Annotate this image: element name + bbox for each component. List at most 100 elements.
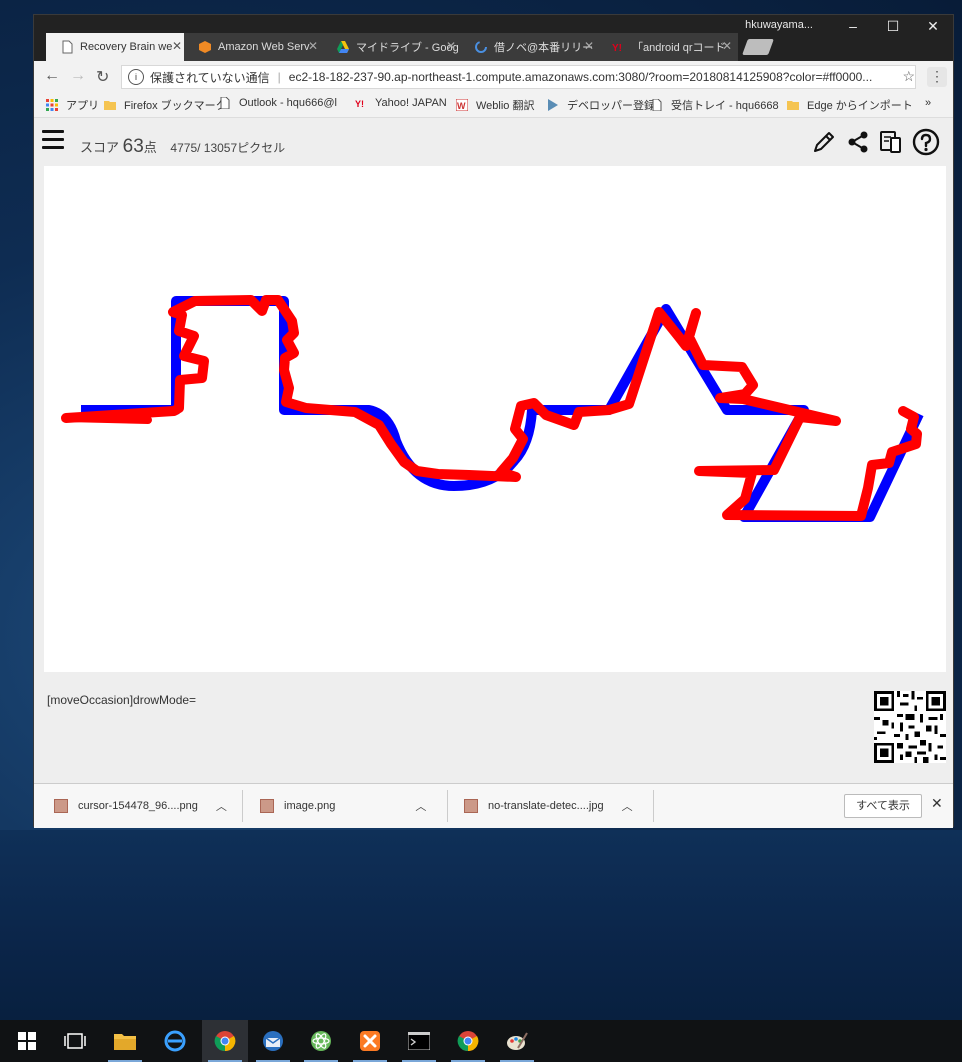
bookmark-label: Weblio 翻訳 bbox=[476, 100, 535, 112]
divider bbox=[653, 790, 654, 822]
score-unit: 点 bbox=[143, 140, 157, 155]
pencil-icon[interactable] bbox=[810, 128, 838, 156]
bookmark-firefox[interactable]: Firefox ブックマーク bbox=[104, 97, 227, 113]
share-icon[interactable] bbox=[844, 128, 872, 156]
tab-recovery-brain[interactable]: Recovery Brain we ✕ bbox=[46, 33, 188, 61]
maximize-button[interactable]: ☐ bbox=[873, 18, 913, 35]
chrome-icon[interactable] bbox=[202, 1020, 248, 1062]
svg-text:Y!: Y! bbox=[355, 99, 364, 109]
chrome-icon[interactable] bbox=[445, 1020, 491, 1062]
desktop-background bbox=[0, 830, 962, 1020]
yahoo-icon: Y! bbox=[355, 99, 364, 109]
download-item[interactable]: cursor-154478_96....png ︿ bbox=[54, 784, 227, 828]
url-text: ec2-18-182-237-90.ap-northeast-1.compute… bbox=[288, 70, 873, 84]
windows-start-icon[interactable] bbox=[4, 1020, 50, 1062]
bookmarks-more-button[interactable]: » bbox=[925, 97, 931, 109]
separator: | bbox=[277, 70, 281, 84]
bookmark-label: Yahoo! JAPAN bbox=[375, 97, 447, 109]
tab-label: 「android qrコード bbox=[632, 42, 726, 54]
bookmark-apps[interactable]: アプリ bbox=[46, 97, 99, 113]
bookmark-star-icon[interactable]: ☆ bbox=[902, 68, 915, 85]
security-label: 保護されていない通信 bbox=[150, 70, 270, 85]
tab-label: 借ノベ@本番リリー bbox=[494, 42, 594, 54]
image-file-icon bbox=[464, 799, 478, 813]
page-icon bbox=[62, 40, 73, 54]
menu-icon[interactable]: ⋮ bbox=[927, 67, 947, 87]
drawing-canvas[interactable] bbox=[44, 166, 946, 672]
tab-label: マイドライブ - Goog bbox=[356, 42, 459, 54]
bookmark-label: Outlook - hqu666@l bbox=[239, 97, 338, 109]
play-icon bbox=[548, 99, 558, 111]
hamburger-menu-icon[interactable] bbox=[42, 130, 64, 150]
edge-icon[interactable] bbox=[152, 1020, 198, 1062]
thunderbird-icon[interactable] bbox=[250, 1020, 296, 1062]
back-arrow-icon[interactable]: ← bbox=[44, 67, 60, 85]
folder-icon bbox=[104, 101, 116, 110]
chevron-up-icon[interactable]: ︿ bbox=[622, 798, 633, 814]
download-filename: no-translate-detec....jpg bbox=[488, 800, 604, 812]
bookmark-yahoo[interactable]: Y! Yahoo! JAPAN bbox=[355, 97, 447, 109]
bookmark-label: デベロッパー登録 bbox=[567, 100, 655, 112]
tab-shakunobe[interactable]: 借ノベ@本番リリー ✕ bbox=[460, 33, 600, 61]
close-icon[interactable]: ✕ bbox=[172, 39, 182, 53]
reload-icon[interactable]: ↻ bbox=[96, 67, 109, 87]
show-all-downloads-button[interactable]: すべて表示 bbox=[844, 794, 922, 818]
close-icon[interactable]: ✕ bbox=[446, 39, 456, 53]
drawing-canvas-svg[interactable] bbox=[44, 166, 946, 672]
download-item[interactable]: image.png ︿ bbox=[260, 784, 426, 828]
score-display: スコア 63点 4775/ 13057ピクセル bbox=[80, 136, 285, 158]
tab-amazon-web-services[interactable]: Amazon Web Serv ✕ bbox=[184, 33, 324, 61]
chevron-up-icon[interactable]: ︿ bbox=[216, 798, 227, 814]
image-file-icon bbox=[54, 799, 68, 813]
page-content: スコア 63点 4775/ 13057ピクセル [moveOccasion]dr… bbox=[34, 118, 953, 784]
close-icon[interactable]: ✕ bbox=[722, 39, 732, 53]
divider bbox=[242, 790, 243, 822]
bookmark-developer[interactable]: デベロッパー登録 bbox=[547, 97, 655, 113]
bookmark-edge-import[interactable]: Edge からインポート bbox=[787, 97, 913, 113]
close-icon[interactable]: ✕ bbox=[584, 39, 594, 53]
qr-code[interactable] bbox=[874, 691, 946, 763]
yahoo-icon: Y! bbox=[612, 43, 622, 54]
new-tab-button[interactable] bbox=[742, 39, 774, 55]
image-file-icon bbox=[260, 799, 274, 813]
help-icon[interactable] bbox=[912, 128, 940, 156]
file-explorer-icon[interactable] bbox=[102, 1020, 148, 1062]
browser-window: Recovery Brain we ✕ Amazon Web Serv ✕ マイ… bbox=[33, 14, 954, 828]
status-text: [moveOccasion]drowMode= bbox=[47, 693, 197, 707]
page-icon bbox=[652, 99, 662, 111]
device-link-icon[interactable] bbox=[877, 128, 905, 156]
profile-name[interactable]: hkuwayama... bbox=[745, 19, 813, 31]
address-bar[interactable]: i 保護されていない通信 | ec2-18-182-237-90.ap-nort… bbox=[121, 65, 916, 89]
tab-google-drive[interactable]: マイドライブ - Goog ✕ bbox=[322, 33, 462, 61]
info-icon[interactable]: i bbox=[128, 69, 144, 85]
apps-grid-icon bbox=[46, 99, 58, 111]
title-bar: Recovery Brain we ✕ Amazon Web Serv ✕ マイ… bbox=[34, 15, 953, 61]
bookmark-outlook[interactable]: Outlook - hqu666@l bbox=[219, 97, 337, 109]
bookmark-weblio[interactable]: W Weblio 翻訳 bbox=[456, 97, 534, 113]
chevron-up-icon[interactable]: ︿ bbox=[415, 798, 426, 814]
taskbar bbox=[0, 1020, 962, 1062]
folder-icon bbox=[787, 101, 799, 110]
xampp-icon[interactable] bbox=[347, 1020, 393, 1062]
bookmark-label: Firefox ブックマーク bbox=[124, 100, 227, 112]
close-window-button[interactable]: ✕ bbox=[913, 18, 953, 35]
forward-arrow-icon[interactable]: → bbox=[70, 67, 86, 85]
atom-icon[interactable] bbox=[298, 1020, 344, 1062]
close-icon[interactable]: ✕ bbox=[931, 795, 943, 812]
svg-text:Y!: Y! bbox=[612, 43, 622, 54]
bookmark-inbox[interactable]: 受信トレイ - hqu6668 bbox=[651, 97, 779, 113]
svg-text:W: W bbox=[457, 101, 466, 111]
download-filename: cursor-154478_96....png bbox=[78, 800, 198, 812]
score-prefix: スコア bbox=[80, 140, 120, 155]
task-view-icon[interactable] bbox=[52, 1020, 98, 1062]
minimize-button[interactable]: – bbox=[833, 18, 873, 34]
weblio-icon: W bbox=[456, 99, 468, 111]
drawn-stroke-start bbox=[62, 414, 152, 424]
bookmarks-bar: アプリ Firefox ブックマーク Outlook - hqu666@l Y!… bbox=[34, 91, 953, 118]
download-item[interactable]: no-translate-detec....jpg ︿ bbox=[464, 784, 633, 828]
paint-icon[interactable] bbox=[494, 1020, 540, 1062]
tab-android-qr[interactable]: Y! 「android qrコード ✕ bbox=[598, 33, 738, 61]
tab-label: Recovery Brain we bbox=[80, 41, 173, 53]
close-icon[interactable]: ✕ bbox=[308, 39, 318, 53]
terminal-icon[interactable] bbox=[396, 1020, 442, 1062]
